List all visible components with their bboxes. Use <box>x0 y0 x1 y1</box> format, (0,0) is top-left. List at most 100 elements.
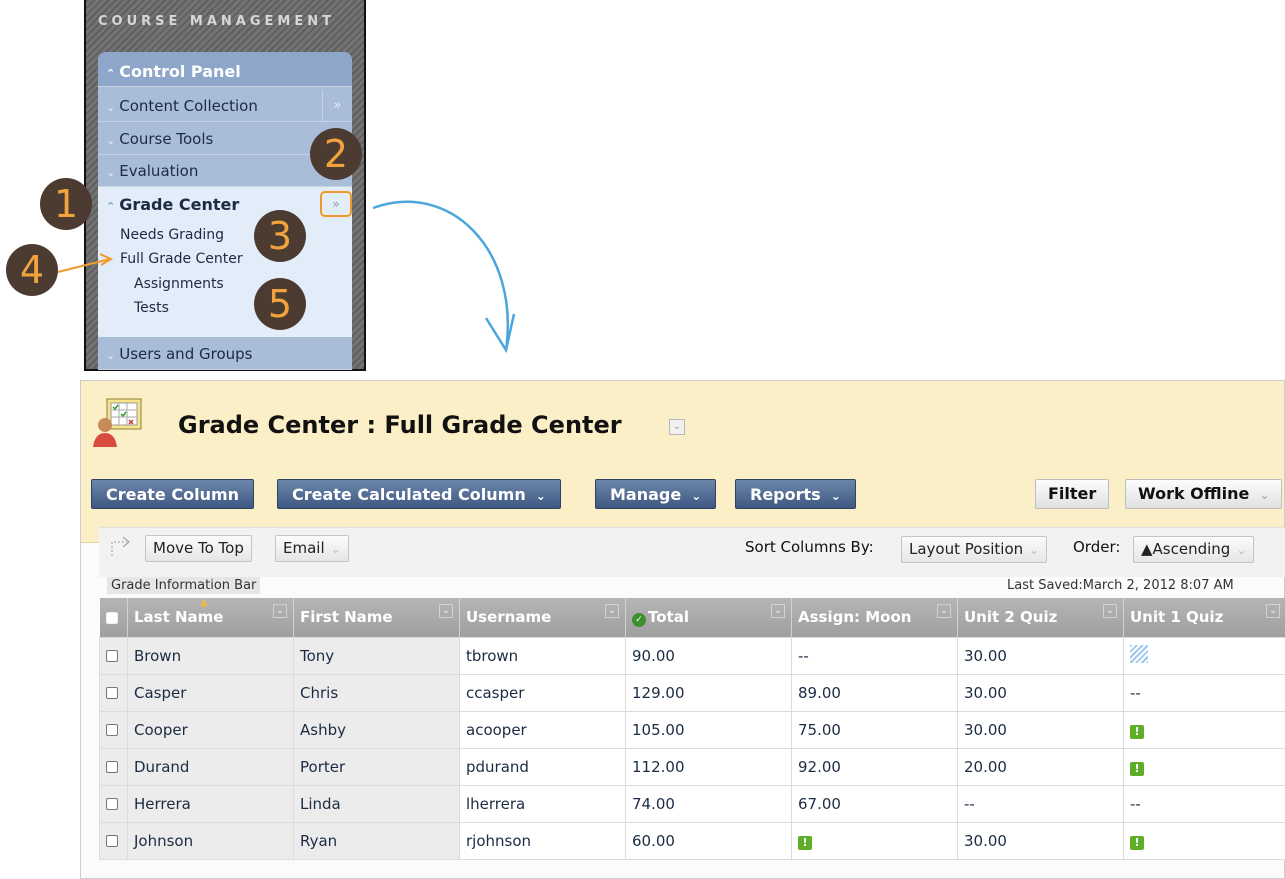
row-select-cell <box>99 784 128 823</box>
cell-first-name[interactable]: Ryan <box>293 821 460 860</box>
curved-arrow <box>372 200 509 351</box>
cell-last-name[interactable]: Cooper <box>127 710 294 749</box>
column-menu-icon[interactable]: ⌄ <box>1103 604 1117 618</box>
chevron-down-icon: ⌄ <box>330 542 341 556</box>
sort-columns-select[interactable]: Layout Position ⌄ <box>901 536 1048 563</box>
order-select[interactable]: ▲Ascending ⌄ <box>1133 536 1255 563</box>
cell-unit-1-quiz[interactable]: ! <box>1123 747 1285 786</box>
create-column-button[interactable]: Create Column <box>91 479 255 509</box>
row-checkbox[interactable] <box>106 798 118 810</box>
column-header-first-name[interactable]: First Name ⌄ <box>293 598 460 637</box>
table-row[interactable]: Johnson Ryan rjohnson 60.00 ! 30.00 ! <box>99 821 1285 860</box>
row-select-cell <box>99 821 128 860</box>
cell-last-name[interactable]: Brown <box>127 636 294 675</box>
row-checkbox[interactable] <box>106 761 118 773</box>
sort-columns-label: Sort Columns By: <box>745 538 874 556</box>
create-calculated-column-button[interactable]: Create Calculated Column ⌄ <box>277 479 561 509</box>
move-to-top-button[interactable]: Move To Top <box>145 535 252 562</box>
callout-4-pointer <box>57 258 111 273</box>
column-label: Total <box>648 607 689 626</box>
cell-total[interactable]: 129.00 <box>625 673 792 712</box>
reports-label: Reports <box>750 485 821 504</box>
cell-assign-moon[interactable]: ! <box>791 821 958 860</box>
cell-unit-1-quiz[interactable]: -- <box>1123 673 1285 712</box>
table-row[interactable]: Brown Tony tbrown 90.00 -- 30.00 <box>99 636 1285 675</box>
action-bar: Move To Top Email ⌄ Sort Columns By: Layo… <box>99 527 1285 577</box>
grade-table: ▲ Last Name ⌄ First Name ⌄ Username ⌄ ✓ T… <box>99 597 1285 860</box>
column-menu-icon[interactable]: ⌄ <box>771 604 785 618</box>
cell-last-name[interactable]: Casper <box>127 673 294 712</box>
cell-unit-2-quiz[interactable]: 30.00 <box>957 710 1124 749</box>
grade-center-icon <box>93 398 142 447</box>
grade-information-bar[interactable]: Grade Information Bar <box>107 577 261 594</box>
chevron-down-icon: ⌄ <box>535 489 546 503</box>
cell-assign-moon[interactable]: 92.00 <box>791 747 958 786</box>
cell-username[interactable]: ccasper <box>459 673 626 712</box>
cell-first-name[interactable]: Linda <box>293 784 460 823</box>
last-saved-text: Last Saved:March 2, 2012 8:07 AM <box>1007 578 1234 593</box>
table-row[interactable]: Durand Porter pdurand 112.00 92.00 20.00… <box>99 747 1285 786</box>
row-checkbox[interactable] <box>106 724 118 736</box>
chevron-down-icon: ⌄ <box>1236 543 1247 557</box>
cell-username[interactable]: pdurand <box>459 747 626 786</box>
cell-unit-2-quiz[interactable]: 30.00 <box>957 821 1124 860</box>
email-button[interactable]: Email ⌄ <box>275 535 349 562</box>
cell-last-name[interactable]: Durand <box>127 747 294 786</box>
column-menu-icon[interactable]: ⌄ <box>439 604 453 618</box>
column-header-total[interactable]: ✓ Total ⌄ <box>625 598 792 637</box>
column-menu-icon[interactable]: ⌄ <box>273 604 287 618</box>
cell-unit-1-quiz[interactable]: ! <box>1123 821 1285 860</box>
cell-username[interactable]: rjohnson <box>459 821 626 860</box>
reports-button[interactable]: Reports ⌄ <box>735 479 856 509</box>
cell-unit-2-quiz[interactable]: 20.00 <box>957 747 1124 786</box>
cell-total[interactable]: 112.00 <box>625 747 792 786</box>
cell-unit-2-quiz[interactable]: 30.00 <box>957 636 1124 675</box>
column-header-unit-2-quiz[interactable]: Unit 2 Quiz ⌄ <box>957 598 1124 637</box>
work-offline-button[interactable]: Work Offline ⌄ <box>1125 479 1283 509</box>
column-menu-icon[interactable]: ⌄ <box>605 604 619 618</box>
column-header-unit-1-quiz[interactable]: Unit 1 Quiz ⌄ <box>1123 598 1285 637</box>
title-menu-chevron-icon[interactable]: ⌄ <box>669 419 685 435</box>
row-select-cell <box>99 747 128 786</box>
cell-assign-moon[interactable]: -- <box>791 636 958 675</box>
column-header-assign-moon[interactable]: Assign: Moon ⌄ <box>791 598 958 637</box>
column-label: Username <box>466 608 552 627</box>
column-header-last-name[interactable]: ▲ Last Name ⌄ <box>127 597 294 637</box>
cell-total[interactable]: 105.00 <box>625 710 792 749</box>
chevron-down-icon: ⌄ <box>691 489 702 503</box>
cell-unit-1-quiz[interactable] <box>1123 636 1285 675</box>
table-row[interactable]: Cooper Ashby acooper 105.00 75.00 30.00 … <box>99 710 1285 749</box>
filter-button[interactable]: Filter <box>1035 479 1110 509</box>
cell-assign-moon[interactable]: 89.00 <box>791 673 958 712</box>
select-all-checkbox[interactable] <box>105 611 118 624</box>
manage-button[interactable]: Manage ⌄ <box>595 479 717 509</box>
column-label: First Name <box>300 608 393 627</box>
cell-first-name[interactable]: Porter <box>293 747 460 786</box>
cell-last-name[interactable]: Herrera <box>127 784 294 823</box>
cell-first-name[interactable]: Tony <box>293 636 460 675</box>
cell-unit-1-quiz[interactable]: -- <box>1123 784 1285 823</box>
column-header-username[interactable]: Username ⌄ <box>459 598 626 637</box>
cell-total[interactable]: 90.00 <box>625 636 792 675</box>
cell-first-name[interactable]: Ashby <box>293 710 460 749</box>
column-menu-icon[interactable]: ⌄ <box>937 604 951 618</box>
column-menu-icon[interactable]: ⌄ <box>1266 604 1280 618</box>
row-checkbox[interactable] <box>106 650 118 662</box>
row-checkbox[interactable] <box>106 835 118 847</box>
table-row[interactable]: Herrera Linda lherrera 74.00 67.00 -- -- <box>99 784 1285 823</box>
cell-unit-2-quiz[interactable]: 30.00 <box>957 673 1124 712</box>
cell-unit-2-quiz[interactable]: -- <box>957 784 1124 823</box>
cell-first-name[interactable]: Chris <box>293 673 460 712</box>
table-row[interactable]: Casper Chris ccasper 129.00 89.00 30.00 … <box>99 673 1285 712</box>
cell-last-name[interactable]: Johnson <box>127 821 294 860</box>
cell-total[interactable]: 60.00 <box>625 821 792 860</box>
create-calculated-column-label: Create Calculated Column <box>292 485 526 504</box>
cell-assign-moon[interactable]: 67.00 <box>791 784 958 823</box>
cell-total[interactable]: 74.00 <box>625 784 792 823</box>
cell-username[interactable]: lherrera <box>459 784 626 823</box>
cell-username[interactable]: acooper <box>459 710 626 749</box>
cell-unit-1-quiz[interactable]: ! <box>1123 710 1285 749</box>
cell-assign-moon[interactable]: 75.00 <box>791 710 958 749</box>
cell-username[interactable]: tbrown <box>459 636 626 675</box>
row-checkbox[interactable] <box>106 687 118 699</box>
